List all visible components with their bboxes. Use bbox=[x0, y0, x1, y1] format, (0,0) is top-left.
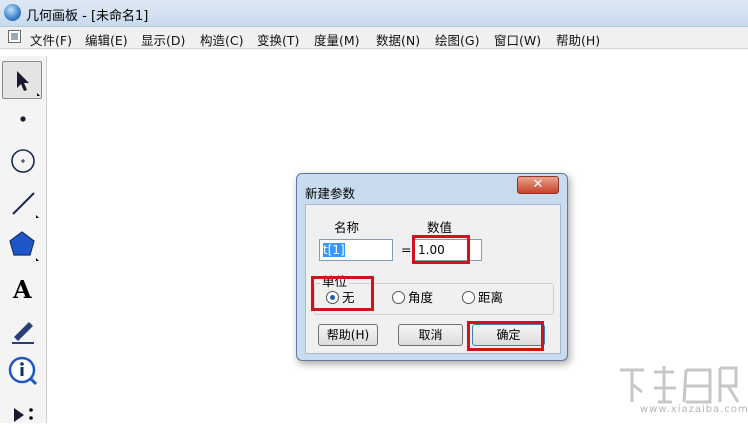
name-input-value: t[1] bbox=[323, 243, 345, 257]
menu-edit[interactable]: 编辑(E) bbox=[85, 30, 128, 49]
equals-sign: = bbox=[401, 242, 412, 257]
document-icon[interactable] bbox=[8, 30, 21, 43]
unit-angle-radio[interactable]: 角度 bbox=[392, 291, 433, 305]
menu-bar: 文件(F) 编辑(E) 显示(D) 构造(C) 变换(T) 度量(M) 数据(N… bbox=[0, 27, 748, 49]
menu-display[interactable]: 显示(D) bbox=[141, 30, 185, 49]
unit-distance-label: 距离 bbox=[478, 290, 504, 305]
text-tool-glyph: A bbox=[12, 275, 32, 304]
name-input[interactable]: t[1] bbox=[319, 239, 393, 261]
menu-help[interactable]: 帮助(H) bbox=[556, 30, 600, 49]
polygon-tool[interactable] bbox=[2, 224, 42, 262]
custom-tool-icon bbox=[14, 408, 33, 422]
info-icon bbox=[8, 356, 38, 386]
menu-window[interactable]: 窗口(W) bbox=[494, 30, 541, 49]
highlight-unit-box bbox=[311, 276, 374, 311]
name-label: 名称 bbox=[334, 220, 360, 235]
point-tool[interactable] bbox=[2, 100, 42, 138]
point-icon bbox=[20, 116, 26, 122]
menu-file[interactable]: 文件(F) bbox=[30, 30, 72, 49]
line-icon bbox=[12, 192, 39, 218]
cancel-button[interactable]: 取消 bbox=[398, 324, 463, 346]
close-icon: ✕ bbox=[532, 177, 544, 192]
toolbox: A bbox=[0, 56, 47, 423]
info-tool[interactable] bbox=[2, 352, 42, 390]
unit-angle-label: 角度 bbox=[408, 290, 434, 305]
line-tool[interactable] bbox=[2, 182, 42, 220]
close-button[interactable]: ✕ bbox=[517, 176, 559, 194]
text-tool-icon: A bbox=[12, 275, 32, 304]
dialog-body: 名称 数值 t[1] = 1.00 单位 无 角度 距离 帮助(H) 取消 确定 bbox=[305, 204, 561, 354]
highlight-value-box bbox=[412, 235, 470, 264]
app-logo-icon bbox=[4, 4, 21, 21]
menu-measure[interactable]: 度量(M) bbox=[314, 30, 360, 49]
custom-tool[interactable] bbox=[2, 396, 42, 434]
arrow-select-tool[interactable] bbox=[2, 61, 42, 99]
watermark-text: www.xiazaiba.com bbox=[640, 404, 748, 415]
menu-graph[interactable]: 绘图(G) bbox=[435, 30, 479, 49]
compass-icon bbox=[11, 149, 35, 173]
menu-construct[interactable]: 构造(C) bbox=[200, 30, 243, 49]
radio-unselected-icon bbox=[392, 291, 405, 304]
radio-unselected-icon bbox=[462, 291, 475, 304]
polygon-icon bbox=[9, 231, 39, 261]
new-parameter-dialog: 新建参数 ✕ 名称 数值 t[1] = 1.00 单位 无 角度 距离 帮助(H… bbox=[296, 173, 568, 361]
menu-data[interactable]: 数据(N) bbox=[376, 30, 420, 49]
dialog-title: 新建参数 bbox=[305, 186, 356, 201]
window-title: 几何画板 - [未命名1] bbox=[26, 9, 149, 24]
arrow-select-icon bbox=[17, 71, 40, 96]
help-button[interactable]: 帮助(H) bbox=[318, 324, 378, 346]
marker-pen-icon bbox=[12, 322, 34, 344]
unit-distance-radio[interactable]: 距离 bbox=[462, 291, 503, 305]
menu-transform[interactable]: 变换(T) bbox=[257, 30, 299, 49]
marker-tool[interactable] bbox=[2, 310, 42, 348]
title-bar: 几何画板 - [未命名1] bbox=[0, 0, 748, 27]
text-tool[interactable]: A bbox=[2, 268, 42, 306]
value-label: 数值 bbox=[427, 220, 453, 235]
highlight-ok-box bbox=[467, 321, 544, 351]
compass-tool[interactable] bbox=[2, 142, 42, 180]
